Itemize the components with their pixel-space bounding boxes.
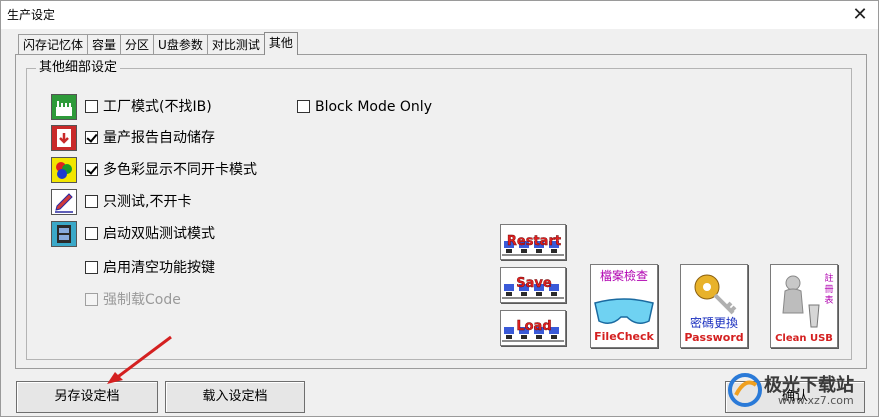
watermark: 极光下载站 www.xz7.com bbox=[728, 371, 878, 411]
safety-glasses-icon bbox=[594, 298, 654, 324]
tab-other[interactable]: 其他 bbox=[263, 32, 298, 55]
auto-save-report-checkbox[interactable] bbox=[85, 131, 98, 144]
tab-strip: 闪存记忆体 容量 分区 U盘参数 对比测试 其他 bbox=[18, 32, 298, 55]
other-settings-group: 其他细部设定 工厂模式(不找IB) 量产报告自动储存 多色彩显示不同开卡模式 只… bbox=[26, 60, 852, 360]
test-only-checkbox[interactable] bbox=[85, 195, 98, 208]
test-only-label: 只测试,不开卡 bbox=[103, 194, 192, 210]
tab-usb-params[interactable]: U盘参数 bbox=[153, 34, 208, 55]
tab-flash-memory[interactable]: 闪存记忆体 bbox=[18, 34, 89, 55]
clean-usb-side-label: 註冊表 bbox=[824, 272, 833, 306]
watermark-url: www.xz7.com bbox=[778, 394, 854, 407]
load-button[interactable]: Load bbox=[500, 310, 566, 346]
file-check-top-label: 檔案檢查 bbox=[600, 268, 648, 283]
window-title: 生产设定 bbox=[7, 8, 56, 22]
save-label: Save bbox=[516, 276, 552, 291]
enable-clear-button-label: 启用清空功能按键 bbox=[103, 260, 215, 276]
clean-usb-bottom-label: Clean USB bbox=[775, 333, 833, 344]
dual-test-mode-checkbox[interactable] bbox=[85, 227, 98, 240]
enable-clear-button-checkbox[interactable] bbox=[85, 261, 98, 274]
factory-mode-label: 工厂模式(不找IB) bbox=[103, 99, 212, 115]
close-button[interactable]: ✕ bbox=[846, 3, 874, 27]
factory-mode-checkbox[interactable] bbox=[85, 100, 98, 113]
annotation-arrow bbox=[107, 335, 172, 384]
film-chip-icon bbox=[51, 221, 77, 247]
title-bar: 生产设定 ✕ bbox=[1, 1, 878, 29]
dual-test-mode-label: 启动双贴测试模式 bbox=[103, 226, 215, 242]
load-settings-button[interactable]: 载入设定档 bbox=[165, 381, 305, 413]
tab-capacity[interactable]: 容量 bbox=[87, 34, 122, 55]
force-load-code-label: 强制载Code bbox=[103, 292, 181, 308]
group-title: 其他细部设定 bbox=[36, 60, 121, 76]
watermark-logo-icon bbox=[728, 373, 762, 407]
load-label: Load bbox=[516, 319, 551, 334]
settings-dialog: 生产设定 ✕ 闪存记忆体 容量 分区 U盘参数 对比测试 其他 其他细部设定 工… bbox=[0, 0, 879, 417]
block-mode-only-checkbox[interactable] bbox=[297, 100, 310, 113]
factory-icon bbox=[51, 94, 77, 120]
multicolor-mode-checkbox[interactable] bbox=[85, 163, 98, 176]
color-palette-icon bbox=[51, 157, 77, 183]
force-load-code-checkbox bbox=[85, 293, 98, 306]
pencil-test-icon bbox=[51, 189, 77, 215]
tab-compare-test[interactable]: 对比测试 bbox=[206, 34, 265, 55]
auto-save-report-label: 量产报告自动储存 bbox=[103, 130, 215, 146]
block-mode-only-label: Block Mode Only bbox=[315, 99, 432, 115]
tab-panel-other: 其他细部设定 工厂模式(不找IB) 量产报告自动储存 多色彩显示不同开卡模式 只… bbox=[15, 54, 867, 369]
restart-label: Restart bbox=[507, 234, 561, 249]
password-button[interactable]: 密碼更換 Password bbox=[680, 264, 748, 348]
restart-button[interactable]: Restart bbox=[500, 224, 566, 260]
save-report-icon bbox=[51, 125, 77, 151]
file-check-button[interactable]: 檔案檢查 FileCheck bbox=[590, 264, 658, 348]
password-top-label: 密碼更換 bbox=[690, 315, 738, 330]
password-bottom-label: Password bbox=[684, 331, 743, 344]
person-trash-icon bbox=[785, 275, 801, 291]
clean-usb-button[interactable]: 註冊表 Clean USB bbox=[770, 264, 838, 348]
tab-partition[interactable]: 分区 bbox=[120, 34, 155, 55]
save-button[interactable]: Save bbox=[500, 267, 566, 303]
file-check-bottom-label: FileCheck bbox=[594, 330, 654, 343]
multicolor-mode-label: 多色彩显示不同开卡模式 bbox=[103, 162, 257, 178]
